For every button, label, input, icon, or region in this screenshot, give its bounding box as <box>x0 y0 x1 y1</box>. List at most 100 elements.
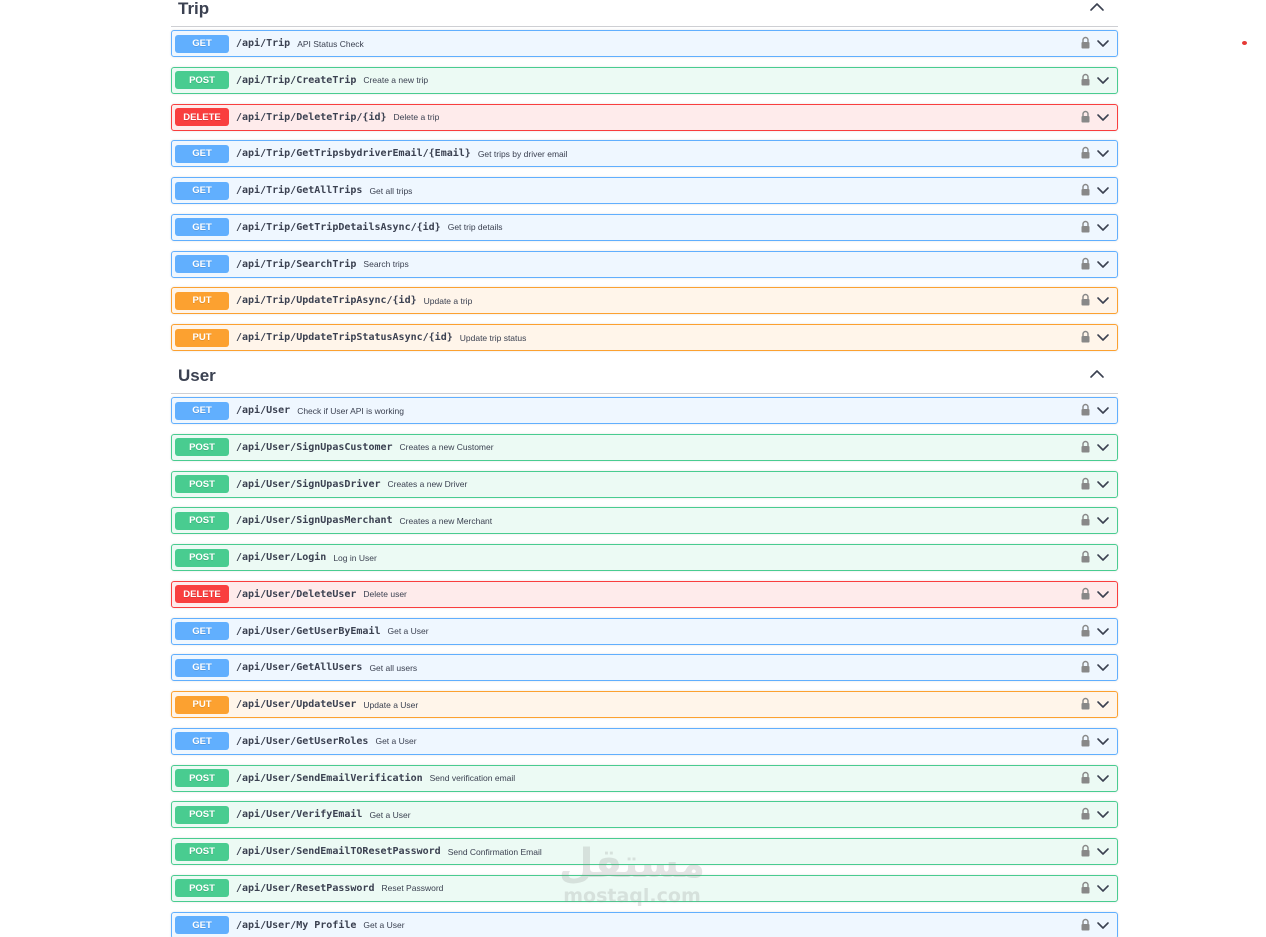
lock-icon[interactable] <box>1080 587 1091 600</box>
lock-icon[interactable] <box>1080 807 1091 820</box>
method-badge: POST <box>175 71 229 90</box>
chevron-down-icon[interactable] <box>1096 221 1110 233</box>
tag-header[interactable]: User <box>171 367 1118 394</box>
chevron-down-icon[interactable] <box>1096 919 1110 931</box>
chevron-down-icon[interactable] <box>1096 698 1110 710</box>
operation-row[interactable]: POST/api/User/SendEmailVerification Send … <box>171 764 1118 792</box>
operation-path: /api/User/GetUserRoles <box>236 735 369 747</box>
operation-summary: Update a User <box>363 699 419 710</box>
tag-section-trip: Trip GET/api/Trip API Status Check POST/api… <box>171 0 1118 351</box>
operation-path: /api/Trip/UpdateTripAsync/{id} <box>236 295 417 307</box>
operation-row[interactable]: GET/api/User Check if User API is working <box>171 397 1118 424</box>
lock-icon[interactable] <box>1080 513 1091 526</box>
operation-row[interactable]: POST/api/User/VerifyEmail Get a User <box>171 801 1118 829</box>
lock-icon[interactable] <box>1080 440 1091 453</box>
chevron-down-icon[interactable] <box>1096 147 1110 159</box>
operation-row[interactable]: POST/api/User/SignUpasDriver Creates a ne… <box>171 470 1118 498</box>
chevron-up-icon[interactable] <box>1088 365 1106 383</box>
red-dot-marker <box>1242 41 1247 45</box>
operation-row[interactable]: POST/api/User/ResetPassword Reset Passwor… <box>171 874 1118 902</box>
operation-row[interactable]: GET/api/User/GetUserRoles Get a User <box>171 727 1118 755</box>
lock-icon[interactable] <box>1080 110 1091 123</box>
lock-icon[interactable] <box>1080 183 1091 196</box>
chevron-down-icon[interactable] <box>1096 551 1110 563</box>
swagger-operations-page: User GET/api/User Check if User API is wor… <box>0 0 1266 937</box>
chevron-down-icon[interactable] <box>1096 111 1110 123</box>
lock-icon[interactable] <box>1080 36 1091 49</box>
operation-summary: Update trip status <box>459 332 527 343</box>
operation-row[interactable]: DELETE/api/Trip/DeleteTrip/{id} Delete a … <box>171 103 1118 131</box>
chevron-down-icon[interactable] <box>1096 735 1110 747</box>
lock-icon[interactable] <box>1080 624 1091 637</box>
operation-path: /api/User/SignUpasDriver <box>236 478 381 490</box>
lock-icon[interactable] <box>1080 293 1091 306</box>
operation-row[interactable]: GET/api/Trip/SearchTrip Search trips <box>171 250 1118 278</box>
operation-row[interactable]: POST/api/User/Login Log in User <box>171 544 1118 571</box>
lock-icon[interactable] <box>1080 771 1091 784</box>
operation-summary: Search trips <box>363 259 409 269</box>
method-badge: DELETE <box>175 108 229 126</box>
operation-row[interactable]: GET/api/Trip/GetTripsbydriverEmail/{Emai… <box>171 140 1118 168</box>
chevron-down-icon[interactable] <box>1096 845 1110 857</box>
lock-icon[interactable] <box>1080 881 1091 894</box>
operation-summary: Get a User <box>375 736 417 747</box>
lock-icon[interactable] <box>1080 660 1091 673</box>
method-badge: GET <box>175 732 229 751</box>
operation-path: /api/User/SignUpasCustomer <box>236 441 393 453</box>
operation-path: /api/User/Login <box>236 552 327 563</box>
operation-row[interactable]: GET/api/Trip/GetTripDetailsAsync/{id} Get… <box>171 213 1118 241</box>
lock-icon[interactable] <box>1080 146 1091 159</box>
operation-summary: Get all trips <box>369 185 413 196</box>
chevron-down-icon[interactable] <box>1096 294 1110 306</box>
chevron-down-icon[interactable] <box>1096 441 1110 453</box>
lock-icon[interactable] <box>1080 403 1091 416</box>
operation-row[interactable]: PUT/api/Trip/UpdateTripAsync/{id} Update … <box>171 287 1118 315</box>
chevron-down-icon[interactable] <box>1096 74 1110 86</box>
lock-icon[interactable] <box>1080 330 1091 343</box>
operation-row[interactable]: GET/api/Trip API Status Check <box>171 30 1118 57</box>
chevron-down-icon[interactable] <box>1096 478 1110 490</box>
operation-summary: Creates a new Merchant <box>399 515 493 526</box>
lock-icon[interactable] <box>1080 734 1091 747</box>
chevron-down-icon[interactable] <box>1096 588 1110 600</box>
method-badge: GET <box>175 658 229 677</box>
chevron-down-icon[interactable] <box>1096 37 1110 49</box>
chevron-up-icon[interactable] <box>1088 0 1106 16</box>
operation-row[interactable]: POST/api/User/SignUpasCustomer Creates a … <box>171 433 1118 461</box>
lock-icon[interactable] <box>1080 918 1091 931</box>
lock-icon[interactable] <box>1080 73 1091 86</box>
operation-summary: Creates a new Driver <box>387 479 468 489</box>
chevron-down-icon[interactable] <box>1096 331 1110 343</box>
method-badge: DELETE <box>175 585 229 604</box>
chevron-down-icon[interactable] <box>1096 404 1110 416</box>
operation-row[interactable]: PUT/api/User/UpdateUser Update a User <box>171 691 1118 718</box>
operation-row[interactable]: POST/api/User/SignUpasMerchant Creates a … <box>171 507 1118 535</box>
lock-icon[interactable] <box>1080 550 1091 563</box>
operation-row[interactable]: GET/api/User/GetAllUsers Get all users <box>171 654 1118 682</box>
method-badge: PUT <box>175 328 229 347</box>
lock-icon[interactable] <box>1080 697 1091 710</box>
lock-icon[interactable] <box>1080 257 1091 270</box>
operation-row[interactable]: GET/api/User/GetUserByEmail Get a User <box>171 617 1118 645</box>
operation-row[interactable]: PUT/api/Trip/UpdateTripStatusAsync/{id} U… <box>171 324 1118 351</box>
chevron-down-icon[interactable] <box>1096 882 1110 894</box>
tag-header[interactable]: Trip <box>171 0 1118 27</box>
chevron-down-icon[interactable] <box>1096 772 1110 784</box>
chevron-down-icon[interactable] <box>1096 808 1110 820</box>
operation-summary: Update a trip <box>423 295 473 306</box>
lock-icon[interactable] <box>1080 220 1091 233</box>
chevron-down-icon[interactable] <box>1096 258 1110 270</box>
chevron-down-icon[interactable] <box>1096 514 1110 526</box>
chevron-down-icon[interactable] <box>1096 661 1110 673</box>
operation-row[interactable]: POST/api/User/SendEmailTOResetPassword Se… <box>171 838 1118 865</box>
chevron-down-icon[interactable] <box>1096 184 1110 196</box>
lock-icon[interactable] <box>1080 477 1091 490</box>
operation-path: /api/Trip/UpdateTripStatusAsync/{id} <box>236 332 453 343</box>
operation-row[interactable]: GET/api/Trip/GetAllTrips Get all trips <box>171 177 1118 204</box>
method-badge: PUT <box>175 291 229 310</box>
lock-icon[interactable] <box>1080 844 1091 857</box>
operation-row[interactable]: GET/api/User/My Profile Get a User <box>171 911 1118 937</box>
operation-row[interactable]: POST/api/Trip/CreateTrip Create a new tri… <box>171 66 1118 94</box>
chevron-down-icon[interactable] <box>1096 625 1110 637</box>
operation-row[interactable]: DELETE/api/User/DeleteUser Delete user <box>171 580 1118 608</box>
